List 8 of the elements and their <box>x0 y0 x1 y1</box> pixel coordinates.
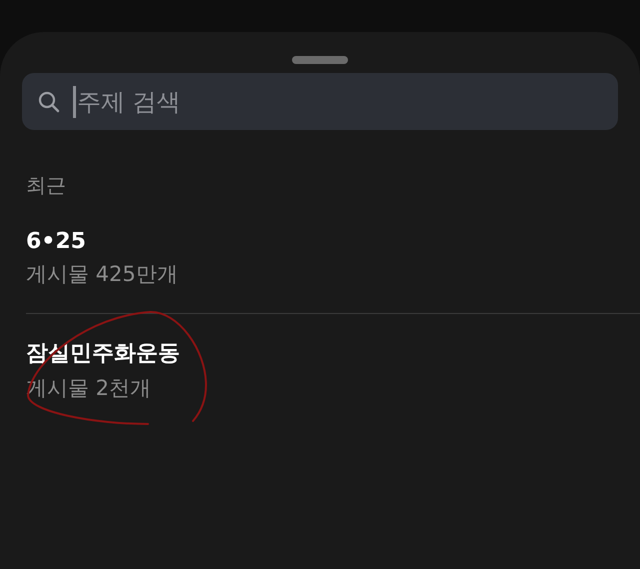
section-heading: 최근 <box>26 172 67 199</box>
search-input[interactable]: 주제 검색 <box>76 88 618 116</box>
topic-title[interactable]: 6•25 <box>26 229 86 254</box>
search-field[interactable]: 주제 검색 <box>22 73 618 130</box>
topic-title[interactable]: 잠실민주화운동 <box>26 338 180 368</box>
drag-handle[interactable] <box>292 56 348 64</box>
search-icon <box>38 90 60 112</box>
post-count: 게시물 425만개 <box>26 261 178 288</box>
